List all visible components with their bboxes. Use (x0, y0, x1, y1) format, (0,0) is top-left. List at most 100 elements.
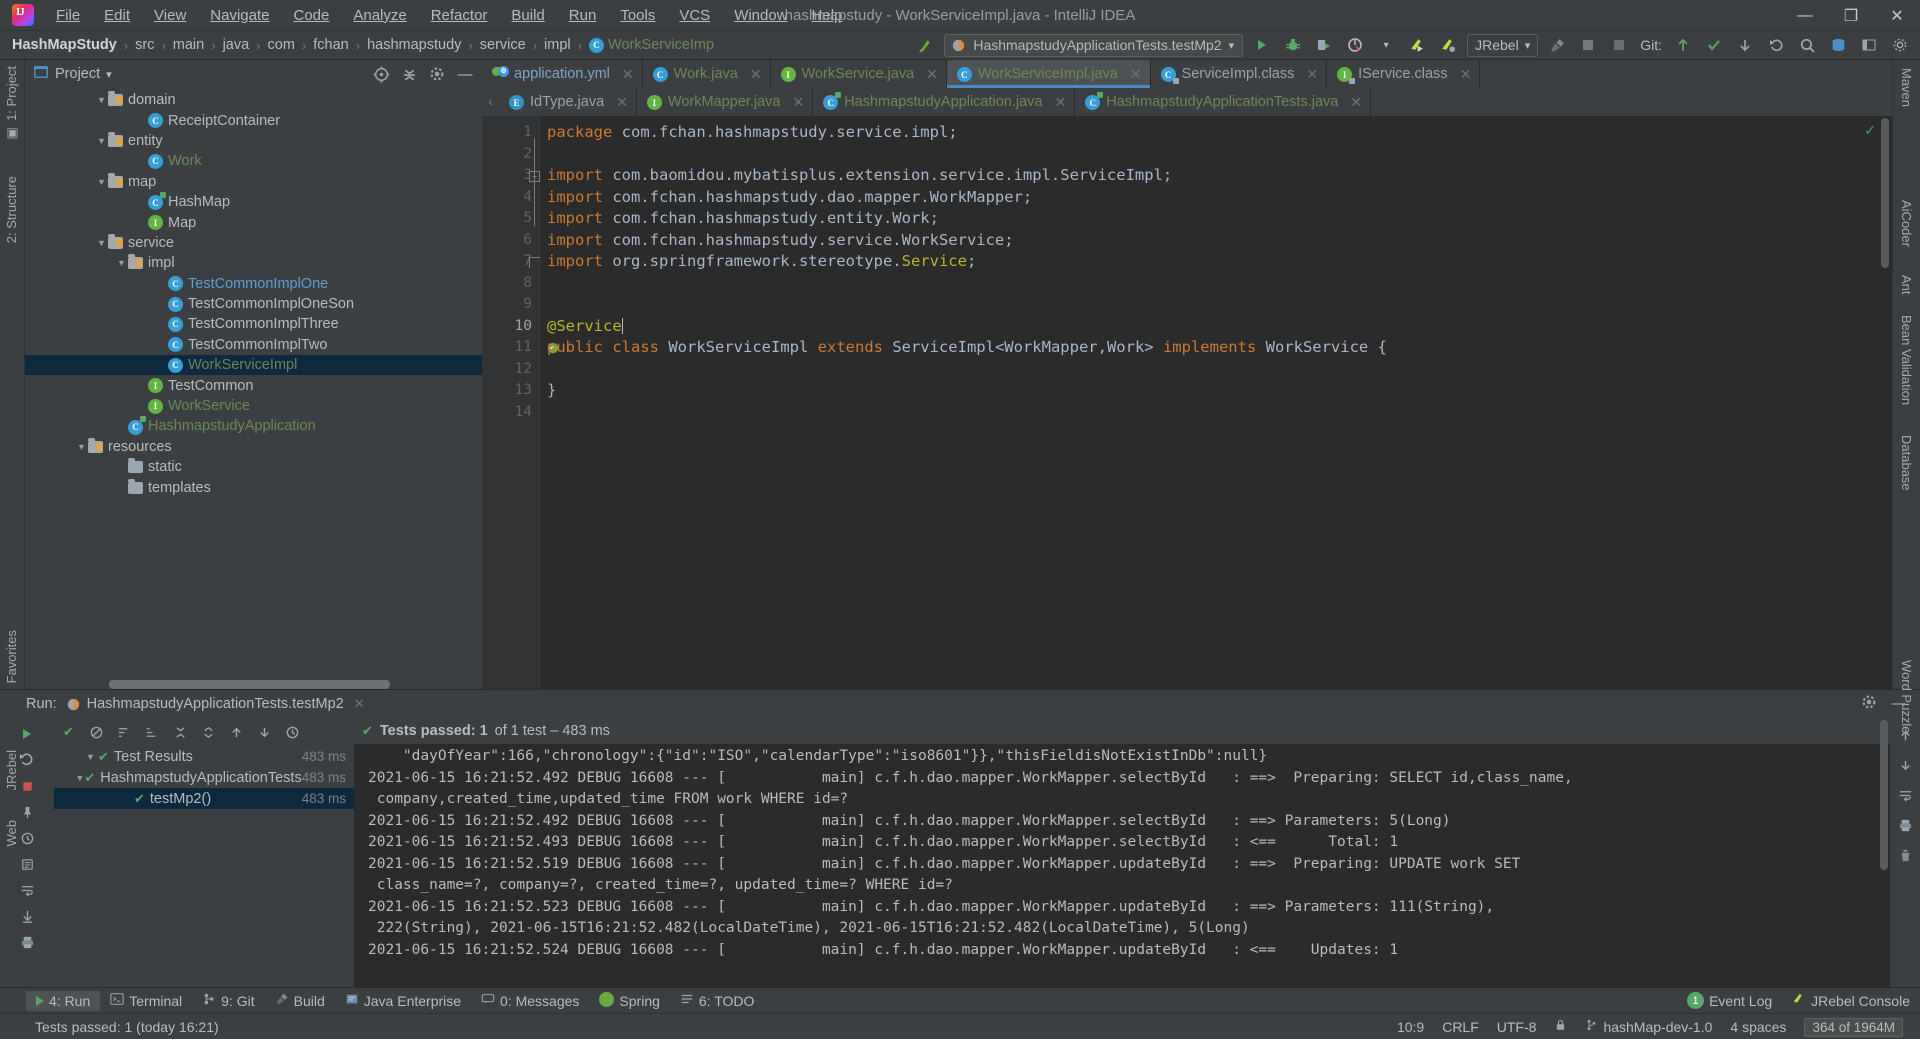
attach-debugger-icon[interactable] (1576, 33, 1600, 57)
tree-item[interactable]: C HashmapstudyApplication (25, 416, 482, 436)
menu-vcs[interactable]: VCS (667, 3, 722, 28)
editor-tab[interactable]: I WorkMapper.java ✕ (636, 88, 814, 116)
git-update-icon[interactable] (1671, 33, 1695, 57)
event-log-button[interactable]: 1 Event Log (1677, 990, 1782, 1011)
breadcrumb-impl[interactable]: impl (542, 37, 573, 53)
tree-item[interactable]: C ReceiptContainer (25, 110, 482, 130)
menu-edit[interactable]: Edit (92, 3, 142, 28)
close-icon[interactable]: ✕ (926, 66, 938, 83)
menu-navigate[interactable]: Navigate (198, 3, 281, 28)
code-line[interactable] (541, 273, 1892, 295)
test-tree-item-selected[interactable]: ✔ testMp2() 483 ms (54, 788, 354, 809)
file-encoding[interactable]: UTF-8 (1488, 1019, 1546, 1035)
git-commit-icon[interactable] (1702, 33, 1726, 57)
close-icon[interactable]: ✕ (1054, 94, 1066, 111)
line-separator[interactable]: CRLF (1433, 1019, 1488, 1035)
breadcrumb-hashmapstudy[interactable]: hashmapstudy (365, 37, 463, 53)
toolwindow-java-enterprise[interactable]: Java Enterprise (335, 990, 471, 1011)
tree-item[interactable]: C TestCommonImplTwo (25, 335, 482, 355)
scroll-down-icon[interactable] (1893, 754, 1917, 776)
editor-tabs-row-2[interactable]: ‹ E IdType.java ✕ I WorkMapper.java ✕ C Hashmap… (482, 88, 1892, 116)
toolwindow-messages[interactable]: 0: Messages (471, 990, 589, 1011)
menu-tools[interactable]: Tools (608, 3, 667, 28)
git-branch[interactable]: hashMap-dev-1.0 (1576, 1018, 1721, 1035)
print-icon[interactable] (14, 930, 40, 954)
jrebel-run-button[interactable] (1405, 33, 1429, 57)
profiler-button[interactable] (1343, 33, 1367, 57)
rail-item-project[interactable]: ▣ 1: Project (4, 66, 19, 141)
test-tree-item[interactable]: ▼ ✔ Test Results 483 ms (54, 746, 354, 767)
tree-item[interactable]: C HashMap (25, 191, 482, 212)
code-line[interactable]: @Service (541, 316, 1892, 338)
hide-panel-icon[interactable]: — (454, 63, 476, 85)
sort-alphabetically-icon[interactable] (112, 720, 137, 744)
chevron-down-icon[interactable]: ▼ (86, 752, 98, 762)
code-line[interactable]: import com.fchan.hashmapstudy.entity.Wor… (541, 208, 1892, 230)
menu-file[interactable]: File (44, 3, 92, 28)
database-icon[interactable] (1826, 33, 1850, 57)
undo-icon[interactable] (1764, 33, 1788, 57)
breadcrumb-main[interactable]: main (171, 37, 206, 53)
close-icon[interactable]: ✕ (1130, 66, 1142, 83)
editor-vertical-scrollbar[interactable] (1878, 116, 1892, 689)
scroll-to-end-icon[interactable] (14, 904, 40, 928)
rail-item-ant[interactable]: Ant (1899, 275, 1914, 295)
tree-item[interactable]: ▼ domain (25, 90, 482, 110)
jrebel-debug-button[interactable] (1436, 33, 1460, 57)
fold-end-icon[interactable] (529, 257, 540, 268)
tree-item[interactable]: C TestCommonImplOneSon (25, 294, 482, 314)
soft-wrap-icon[interactable] (14, 878, 40, 902)
tree-item[interactable]: C Work (25, 151, 482, 171)
chevron-down-icon[interactable]: ▼ (75, 773, 84, 783)
tree-item[interactable]: C TestCommonImplThree (25, 314, 482, 334)
build-hammer-icon[interactable] (1545, 33, 1569, 57)
code-line[interactable]: package com.fchan.hashmapstudy.service.i… (541, 122, 1892, 144)
tabs-scroll-left-icon[interactable]: ‹ (482, 88, 499, 116)
code-line[interactable] (541, 359, 1892, 381)
run-button[interactable] (1250, 33, 1274, 57)
maximize-button[interactable]: ❐ (1828, 0, 1874, 31)
editor-tab[interactable]: I WorkService.java ✕ (770, 60, 947, 88)
jrebel-selector[interactable]: JRebel ▾ (1467, 33, 1539, 57)
test-results-tree[interactable]: ▼ ✔ Test Results 483 ms ▼ ✔ HashmapstudyApplic… (54, 746, 354, 987)
test-tree-item[interactable]: ▼ ✔ HashmapstudyApplicationTests 483 ms (54, 767, 354, 788)
collapse-all-icon[interactable] (398, 63, 420, 85)
tree-item[interactable]: static (25, 457, 482, 477)
run-with-coverage-button[interactable] (1312, 33, 1336, 57)
breadcrumb-service[interactable]: service (478, 37, 528, 53)
jrebel-console-button[interactable]: JRebel Console (1782, 990, 1920, 1011)
chevron-down-icon[interactable]: ▾ (1525, 39, 1531, 52)
code-line[interactable]: public class WorkServiceImpl extends Ser… (541, 337, 1892, 359)
chevron-down-icon[interactable]: ▼ (95, 238, 108, 248)
console-output[interactable]: "dayOfYear":166,"chronology":{"id":"ISO"… (354, 744, 1890, 987)
chevron-down-icon[interactable]: ▼ (115, 258, 128, 268)
inspection-ok-icon[interactable]: ✓ (1864, 122, 1876, 139)
breadcrumb-class[interactable]: C WorkServiceImp (587, 37, 716, 53)
lock-icon[interactable] (1545, 1018, 1576, 1035)
close-icon[interactable]: ✕ (1306, 66, 1318, 83)
tree-item-selected[interactable]: C WorkServiceImpl (25, 355, 482, 376)
menu-analyze[interactable]: Analyze (341, 3, 418, 28)
menu-code[interactable]: Code (281, 3, 341, 28)
project-tree[interactable]: ▼ domain C ReceiptContainer ▼ entity C Work ▼ map… (25, 88, 482, 689)
memory-indicator[interactable]: 364 of 1964M (1795, 1017, 1912, 1037)
search-everywhere-icon[interactable] (1795, 33, 1819, 57)
editor-tab[interactable]: C HashmapstudyApplicationTests.java ✕ (1075, 88, 1372, 116)
editor-tab[interactable]: ⚙ application.yml ✕ (482, 60, 643, 88)
soft-wrap-console-icon[interactable] (1893, 784, 1917, 806)
editor-tab[interactable]: E IdType.java ✕ (499, 88, 637, 116)
tree-item[interactable]: I WorkService (25, 396, 482, 416)
menu-run[interactable]: Run (557, 3, 609, 28)
close-icon[interactable]: ✕ (616, 94, 628, 111)
menu-view[interactable]: View (142, 3, 198, 28)
chevron-down-icon[interactable]: ▾ (1374, 33, 1398, 57)
toolwindow-spring[interactable]: Spring (589, 990, 669, 1012)
breadcrumb-java[interactable]: java (221, 37, 252, 53)
print-console-icon[interactable] (1893, 814, 1917, 836)
tree-item[interactable]: ▼ map (25, 172, 482, 192)
close-icon[interactable]: ✕ (750, 66, 762, 83)
sidebar-toggle-icon[interactable] (1857, 33, 1881, 57)
toolwindow-todo[interactable]: 6: TODO (670, 990, 765, 1011)
indent-setting[interactable]: 4 spaces (1721, 1019, 1795, 1035)
run-tab[interactable]: HashmapstudyApplicationTests.testMp2 ✕ (66, 696, 365, 712)
